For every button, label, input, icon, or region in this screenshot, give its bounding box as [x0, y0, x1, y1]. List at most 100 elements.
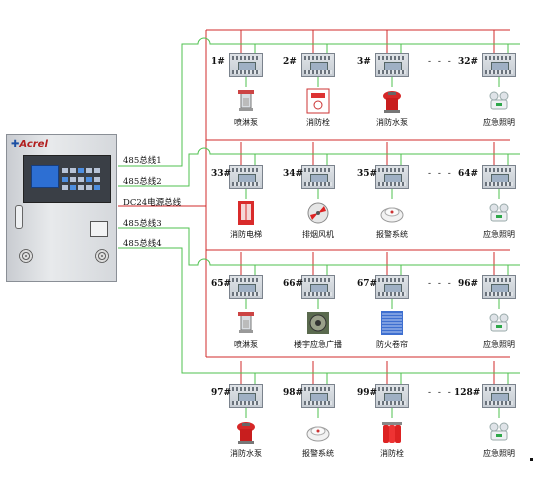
module-display: [310, 174, 328, 183]
fire-elevator-icon: [232, 200, 260, 226]
sprinkler-icon: [232, 88, 260, 114]
broadcast-speaker-icon: [304, 310, 332, 336]
emergency-light-icon: [485, 200, 513, 226]
module-number: 65#: [211, 279, 232, 289]
module-display: [238, 62, 256, 71]
io-module: [482, 165, 516, 189]
module-number: 35#: [357, 169, 378, 179]
device-label: 报警系统: [376, 230, 408, 239]
module-display: [491, 62, 509, 71]
controller-display: [23, 155, 111, 203]
module-display: [491, 284, 509, 293]
io-module: [301, 384, 335, 408]
module-display: [384, 62, 402, 71]
device-label: 消防栓: [306, 118, 330, 127]
io-module: [482, 275, 516, 299]
module-number: 64#: [458, 169, 479, 179]
device-label: 喷淋泵: [234, 118, 258, 127]
ellipsis: - - -: [428, 57, 453, 67]
module-display: [384, 174, 402, 183]
io-module: [482, 384, 516, 408]
bus-label: 485总线1: [123, 156, 162, 166]
smoke-detector-icon: [304, 419, 332, 445]
io-module: [229, 53, 263, 77]
module-number: 97#: [211, 388, 232, 398]
lcd-screen: [31, 165, 59, 188]
bus-label: 485总线4: [123, 239, 162, 249]
brand-logo: ✚Acrel: [11, 139, 48, 150]
device-label: 消防电梯: [230, 230, 262, 239]
ellipsis: - - -: [428, 169, 453, 179]
device-label: 报警系统: [302, 449, 334, 458]
module-display: [310, 62, 328, 71]
io-module: [301, 53, 335, 77]
module-number: 3#: [357, 57, 371, 67]
device-label: 消防栓: [380, 449, 404, 458]
module-number: 2#: [283, 57, 297, 67]
printer-slot: [90, 221, 108, 237]
fire-shutter-icon: [378, 310, 406, 336]
module-number: 96#: [458, 279, 479, 289]
device-label: 防火卷帘: [376, 340, 408, 349]
module-number: 98#: [283, 388, 304, 398]
device-label: 应急照明: [483, 449, 515, 458]
emergency-light-icon: [485, 419, 513, 445]
module-display: [310, 393, 328, 402]
module-display: [238, 174, 256, 183]
module-number: 128#: [454, 388, 481, 398]
io-module: [375, 384, 409, 408]
module-number: 66#: [283, 279, 304, 289]
ellipsis: - - -: [428, 279, 453, 289]
speaker-left-icon: [19, 249, 33, 263]
module-number: 33#: [211, 169, 232, 179]
speaker-right-icon: [95, 249, 109, 263]
fire-pump-icon: [378, 88, 406, 114]
io-module: [375, 275, 409, 299]
module-number: 34#: [283, 169, 304, 179]
module-display: [384, 393, 402, 402]
io-module: [301, 275, 335, 299]
keypad: [62, 168, 104, 192]
bus-label: 485总线2: [123, 177, 162, 187]
hydrant-box-icon: [304, 88, 332, 114]
device-label: 应急照明: [483, 230, 515, 239]
fire-pump-icon: [232, 419, 260, 445]
door-handle: [15, 205, 23, 229]
emergency-light-icon: [485, 88, 513, 114]
io-module: [229, 275, 263, 299]
device-label: 排烟风机: [302, 230, 334, 239]
smoke-fan-icon: [304, 200, 332, 226]
bus-label: 485总线3: [123, 219, 162, 229]
device-label: 楼宇应急广播: [294, 340, 342, 349]
module-number: 32#: [458, 57, 479, 67]
device-label: 消防水泵: [230, 449, 262, 458]
module-number: 67#: [357, 279, 378, 289]
module-display: [238, 284, 256, 293]
device-label: 应急照明: [483, 340, 515, 349]
ellipsis: - - -: [428, 388, 453, 398]
device-label: 消防水泵: [376, 118, 408, 127]
brand-name: Acrel: [19, 139, 48, 150]
sprinkler-icon: [232, 310, 260, 336]
corner-dot: [530, 458, 533, 461]
io-module: [375, 53, 409, 77]
io-module: [301, 165, 335, 189]
emergency-light-icon: [485, 310, 513, 336]
io-module: [229, 165, 263, 189]
module-display: [384, 284, 402, 293]
io-module: [229, 384, 263, 408]
module-number: 99#: [357, 388, 378, 398]
io-module: [375, 165, 409, 189]
module-number: 1#: [211, 57, 225, 67]
extinguisher-cylinders-icon: [378, 419, 406, 445]
device-label: 喷淋泵: [234, 340, 258, 349]
module-display: [310, 284, 328, 293]
module-display: [491, 174, 509, 183]
smoke-detector-icon: [378, 200, 406, 226]
module-display: [491, 393, 509, 402]
io-module: [482, 53, 516, 77]
bus-label: DC24电源总线: [123, 198, 182, 208]
fire-controller-panel: ✚Acrel: [6, 134, 117, 282]
module-display: [238, 393, 256, 402]
device-label: 应急照明: [483, 118, 515, 127]
